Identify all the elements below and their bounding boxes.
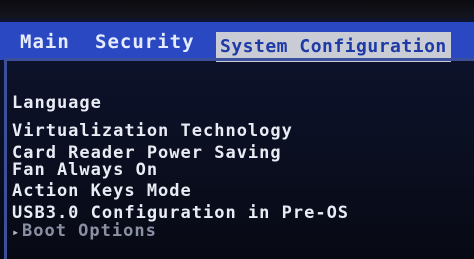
menu-item-fan-always-on[interactable]: Fan Always On	[12, 160, 158, 180]
menu-item-boot-options[interactable]: ▸ Boot Options	[12, 221, 157, 241]
monitor-bezel	[0, 0, 474, 18]
menu-item-action-keys-mode[interactable]: Action Keys Mode	[12, 181, 192, 201]
tab-security[interactable]: Security	[95, 28, 195, 56]
menu-item-language[interactable]: Language	[12, 93, 102, 113]
menu-item-boot-options-label: Boot Options	[22, 221, 157, 241]
bios-screen: Main Security System Configuration Langu…	[0, 0, 474, 259]
menu-item-usb3-configuration[interactable]: USB3.0 Configuration in Pre-OS	[12, 203, 349, 223]
menu-item-virtualization-technology[interactable]: Virtualization Technology	[12, 121, 293, 141]
submenu-arrow-icon: ▸	[12, 225, 21, 239]
tab-main[interactable]: Main	[20, 28, 70, 56]
